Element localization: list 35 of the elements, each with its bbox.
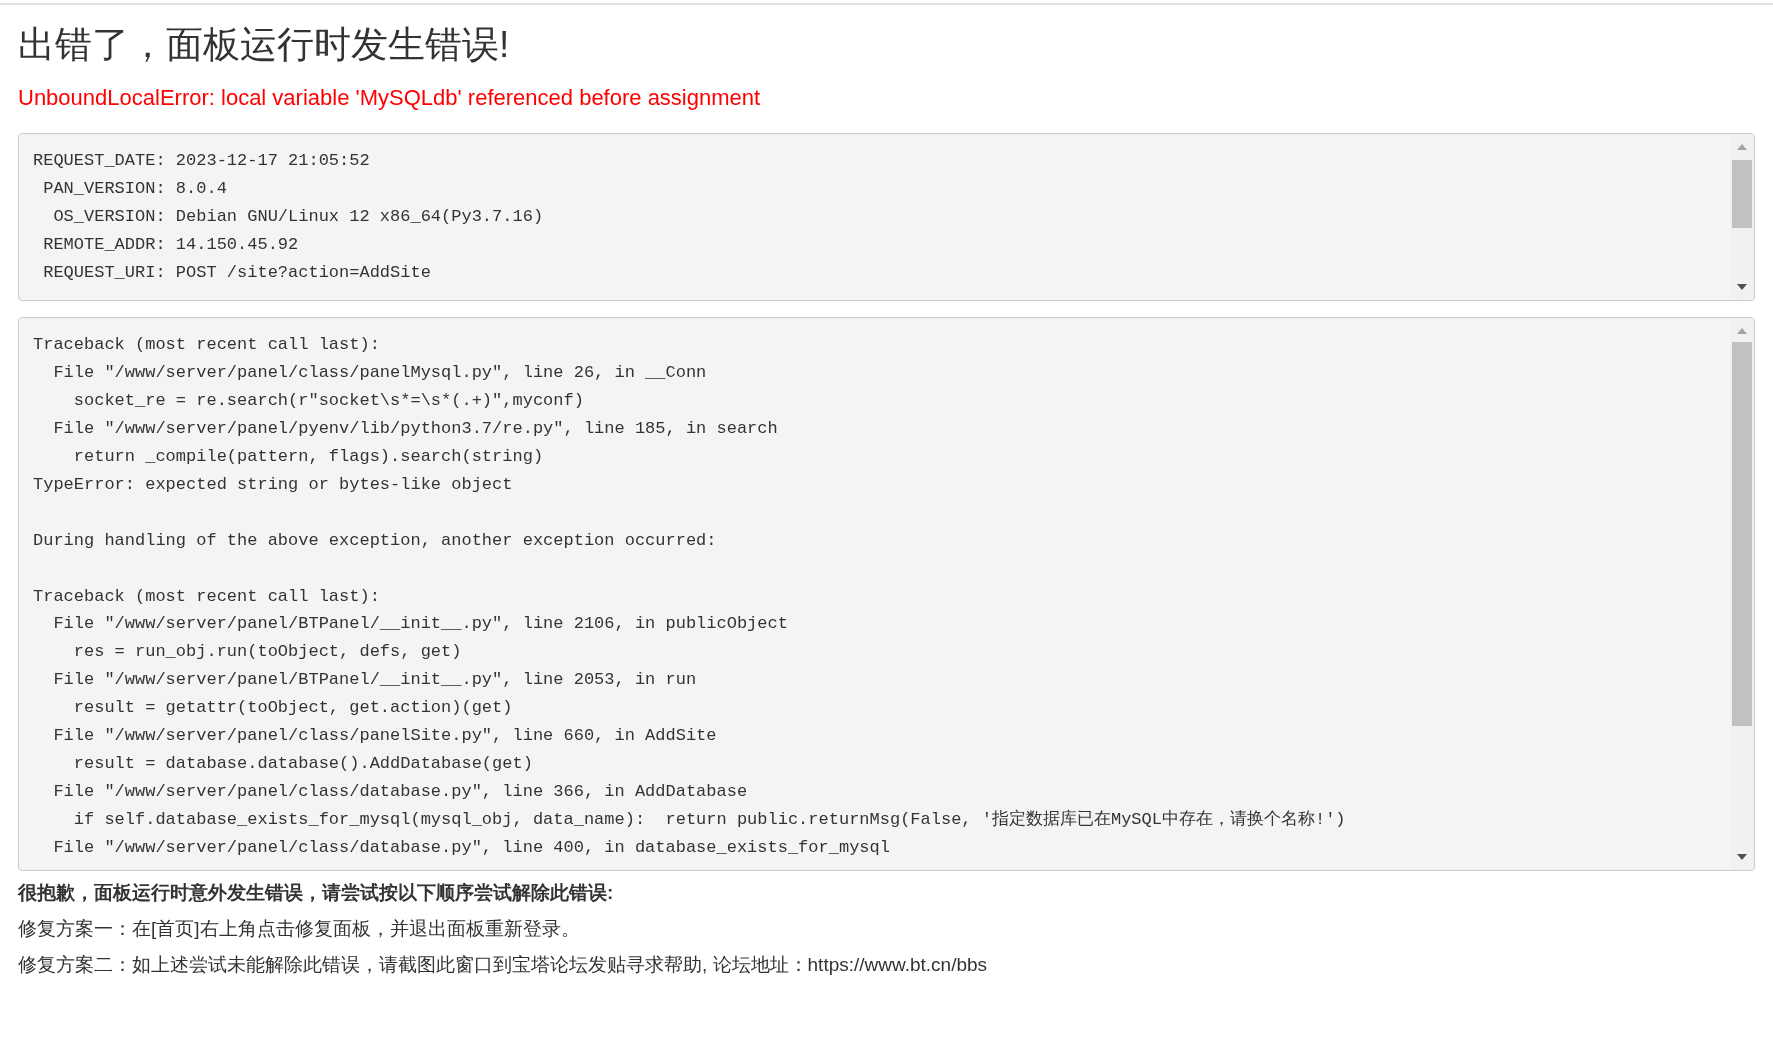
code-line: Traceback (most recent call last): [33, 585, 380, 608]
code-line: return _compile(pattern, flags).search(string) [72, 446, 544, 468]
code-line: REQUEST_DATE: 2023-12-17 21:05:52 [33, 150, 370, 173]
code-line: File "/www/server/panel/BTPanel/__init__.py", line 2053, in run [52, 669, 697, 692]
code-line: if self.database_exists_for_mysql(mysql_obj, data_name): return public.returnMsg(False, '指定数据库已在MySQL中存在，请换个名称!') [72, 808, 1346, 831]
code-line: File "/www/server/panel/class/database.py", line 400, in database_exists_for_mysql [52, 836, 890, 859]
scrollbar-thumb[interactable] [1732, 342, 1752, 727]
scrollbar[interactable] [1730, 134, 1754, 301]
code-line: File "/www/server/panel/pyenv/lib/python3.7/re.py", line 185, in search [52, 418, 778, 441]
code-line: OS_VERSION: Debian GNU/Linux 12 x86_64(Py3.7.16) [52, 206, 544, 229]
scrollbar-thumb[interactable] [1732, 160, 1752, 229]
scroll-up-icon[interactable] [1737, 144, 1747, 151]
page-title: 出错了，面板运行时发生错误! [18, 23, 511, 67]
code-line: File "/www/server/panel/BTPanel/__init__.py", line 2106, in publicObject [52, 613, 788, 636]
scroll-up-icon[interactable] [1737, 328, 1747, 335]
scroll-down-icon[interactable] [1737, 284, 1747, 291]
code-line: File "/www/server/panel/class/database.py", line 366, in AddDatabase [52, 780, 748, 803]
code-line: socket_re = re.search(r"socket\s*=\s*(.+)",myconf) [72, 390, 584, 413]
fix-suggestion: 修复方案二：如上述尝试未能解除此错误，请截图此窗口到宝塔论坛发贴寻求帮助, 论坛地址：https://www.bt.cn/bbs [18, 953, 988, 978]
code-line: result = database.database().AddDatabase(get) [72, 752, 533, 775]
help-heading: 很抱歉，面板运行时意外发生错误，请尝试按以下顺序尝试解除此错误: [18, 881, 614, 906]
code-line: REQUEST_URI: POST /site?action=AddSite [42, 262, 431, 284]
code-line: File "/www/server/panel/class/panelSite.py", line 660, in AddSite [52, 725, 717, 748]
scroll-down-icon[interactable] [1737, 854, 1747, 861]
code-line: File "/www/server/panel/class/panelMysql.py", line 26, in __Conn [52, 362, 707, 385]
code-line: During handling of the above exception, another exception occurred: [33, 529, 717, 552]
code-line: TypeError: expected string or bytes-like object [33, 473, 513, 496]
code-line: PAN_VERSION: 8.0.4 [42, 178, 227, 201]
code-line: result = getattr(toObject, get.action)(get) [72, 697, 513, 720]
scrollbar[interactable] [1730, 318, 1754, 871]
code-line: Traceback (most recent call last): [33, 334, 380, 357]
error-message: UnboundLocalError: local variable 'MySQLdb' referenced before assignment [18, 85, 762, 112]
fix-suggestion: 修复方案一：在[首页]右上角点击修复面板，并退出面板重新登录。 [18, 917, 580, 942]
code-line: REMOTE_ADDR: 14.150.45.92 [42, 234, 299, 257]
code-line: res = run_obj.run(toObject, defs, get) [72, 641, 462, 664]
